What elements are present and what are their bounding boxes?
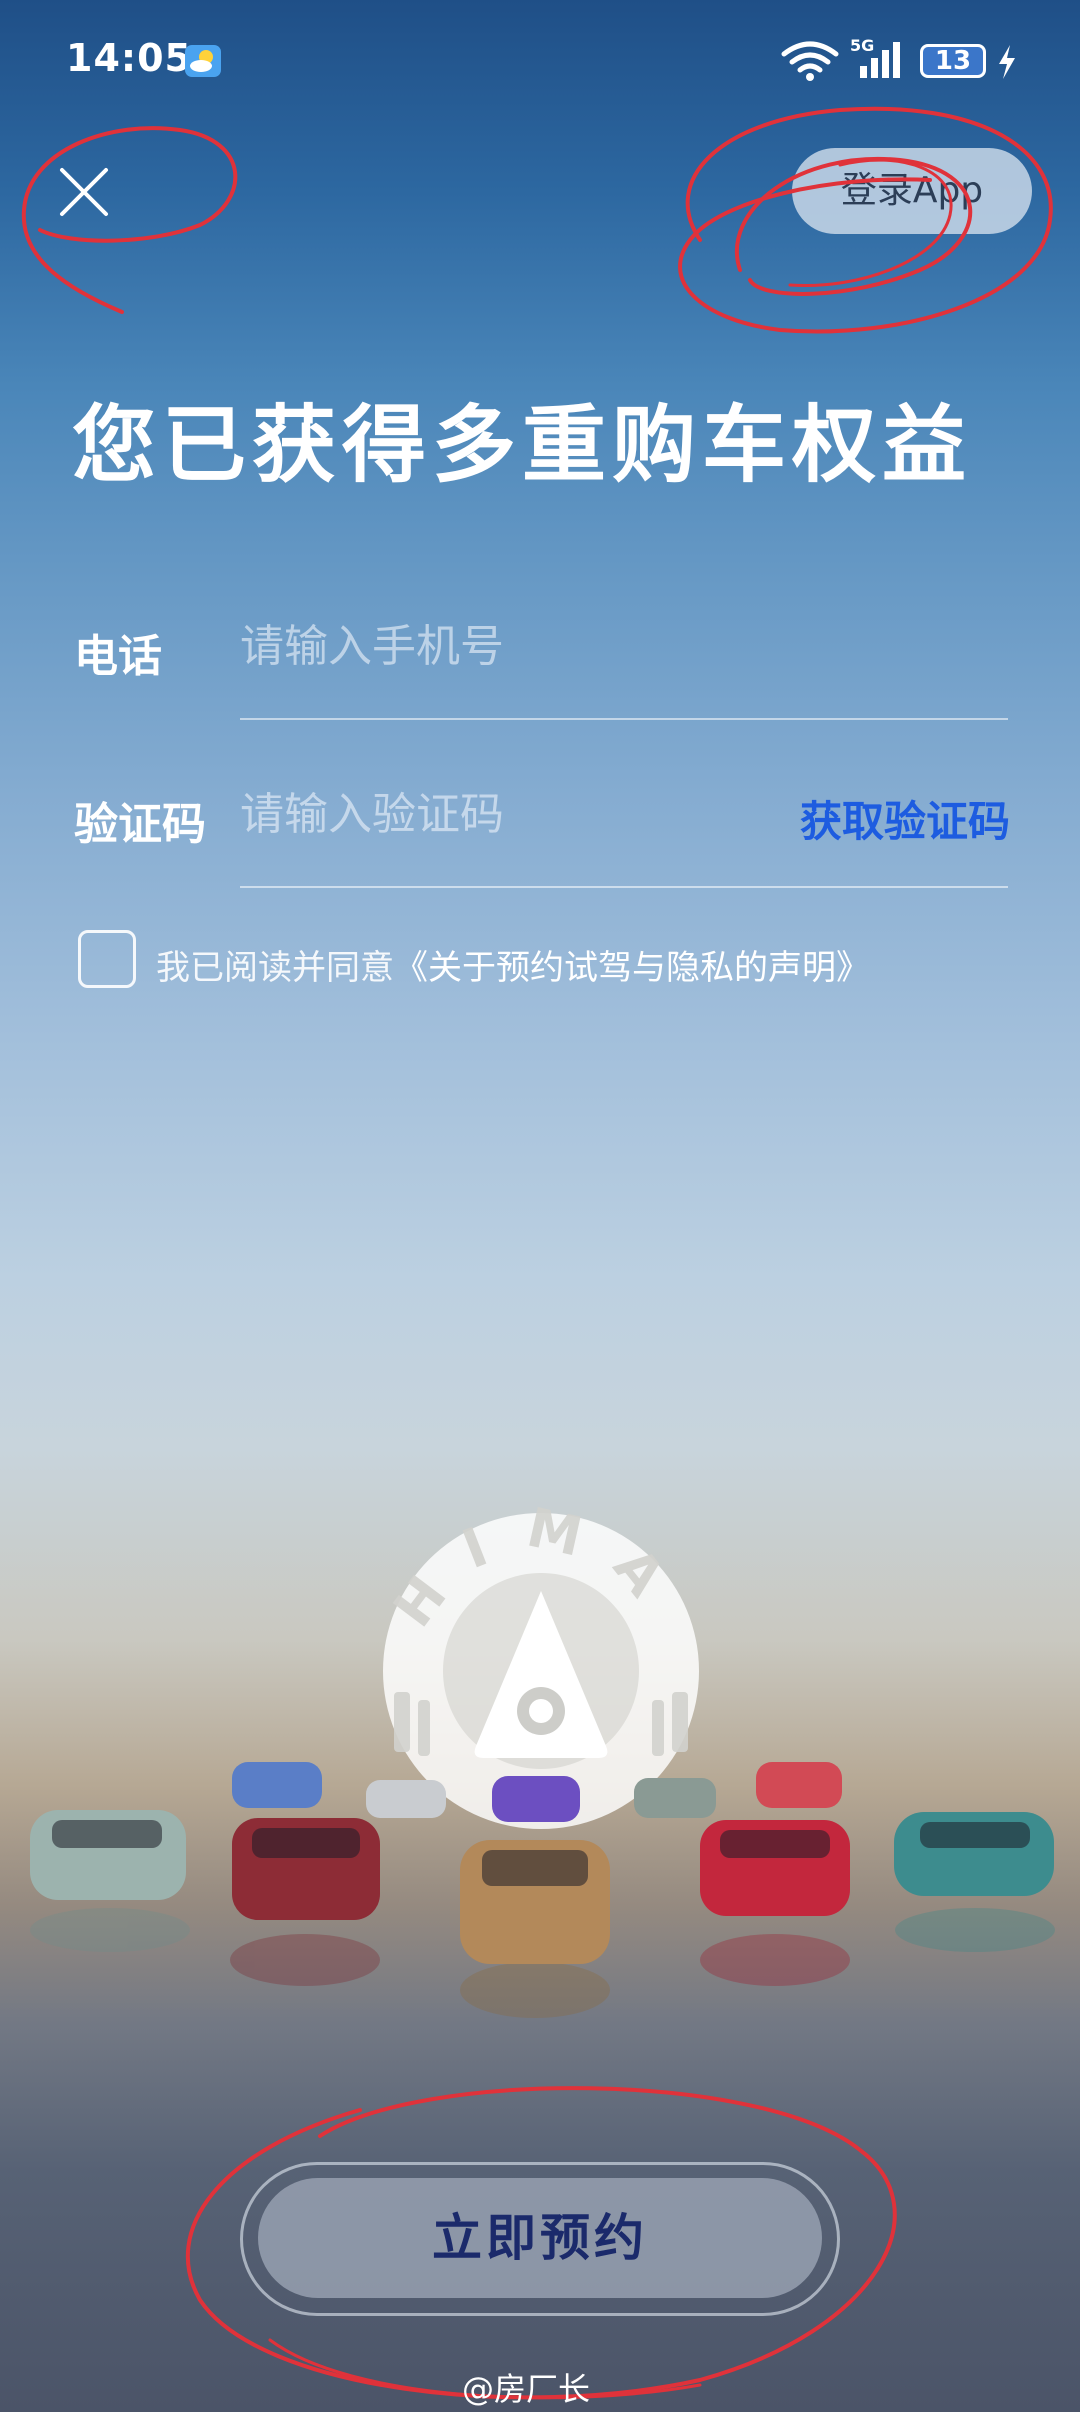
agreement-prefix: 我已阅读并同意 (156, 948, 394, 988)
battery-indicator: 13 (920, 44, 986, 78)
get-verification-code-button[interactable]: 获取验证码 (800, 788, 1010, 849)
privacy-statement-link[interactable]: 《关于预约试驾与隐私的声明》 (394, 948, 870, 988)
close-button[interactable] (44, 150, 124, 230)
login-app-button[interactable]: 登录App (792, 148, 1032, 234)
signal-bars-icon (860, 42, 900, 78)
agreement-text: 我已阅读并同意《关于预约试驾与隐私的声明》 (156, 940, 870, 989)
car-lineup-image (30, 1762, 1055, 2018)
verification-code-label: 验证码 (74, 799, 206, 850)
car-blue-suv (232, 1762, 322, 1808)
phone-input[interactable] (240, 616, 1000, 676)
car-purple-suv (492, 1776, 580, 1822)
page-title: 您已获得多重购车权益 (72, 396, 973, 494)
close-icon (60, 168, 108, 216)
wifi-icon (781, 41, 839, 81)
phone-divider (240, 718, 1008, 720)
phone-label: 电话 (74, 631, 162, 682)
status-time: 14:05 (66, 36, 192, 80)
reserve-now-button[interactable]: 立即预约 (258, 2178, 822, 2298)
verification-code-input[interactable] (240, 784, 760, 844)
partly-cloudy-icon (185, 45, 221, 77)
car-silver-sedan (366, 1780, 446, 1818)
watermark: @房厂长 (462, 2370, 591, 2408)
car-gray-sedan (634, 1778, 716, 1818)
status-bar: 14:05 5G 13 (0, 0, 1080, 120)
lightning-icon (999, 45, 1015, 79)
car-pink-suv (756, 1762, 842, 1808)
code-divider (240, 886, 1008, 888)
agreement-checkbox[interactable] (78, 930, 136, 988)
